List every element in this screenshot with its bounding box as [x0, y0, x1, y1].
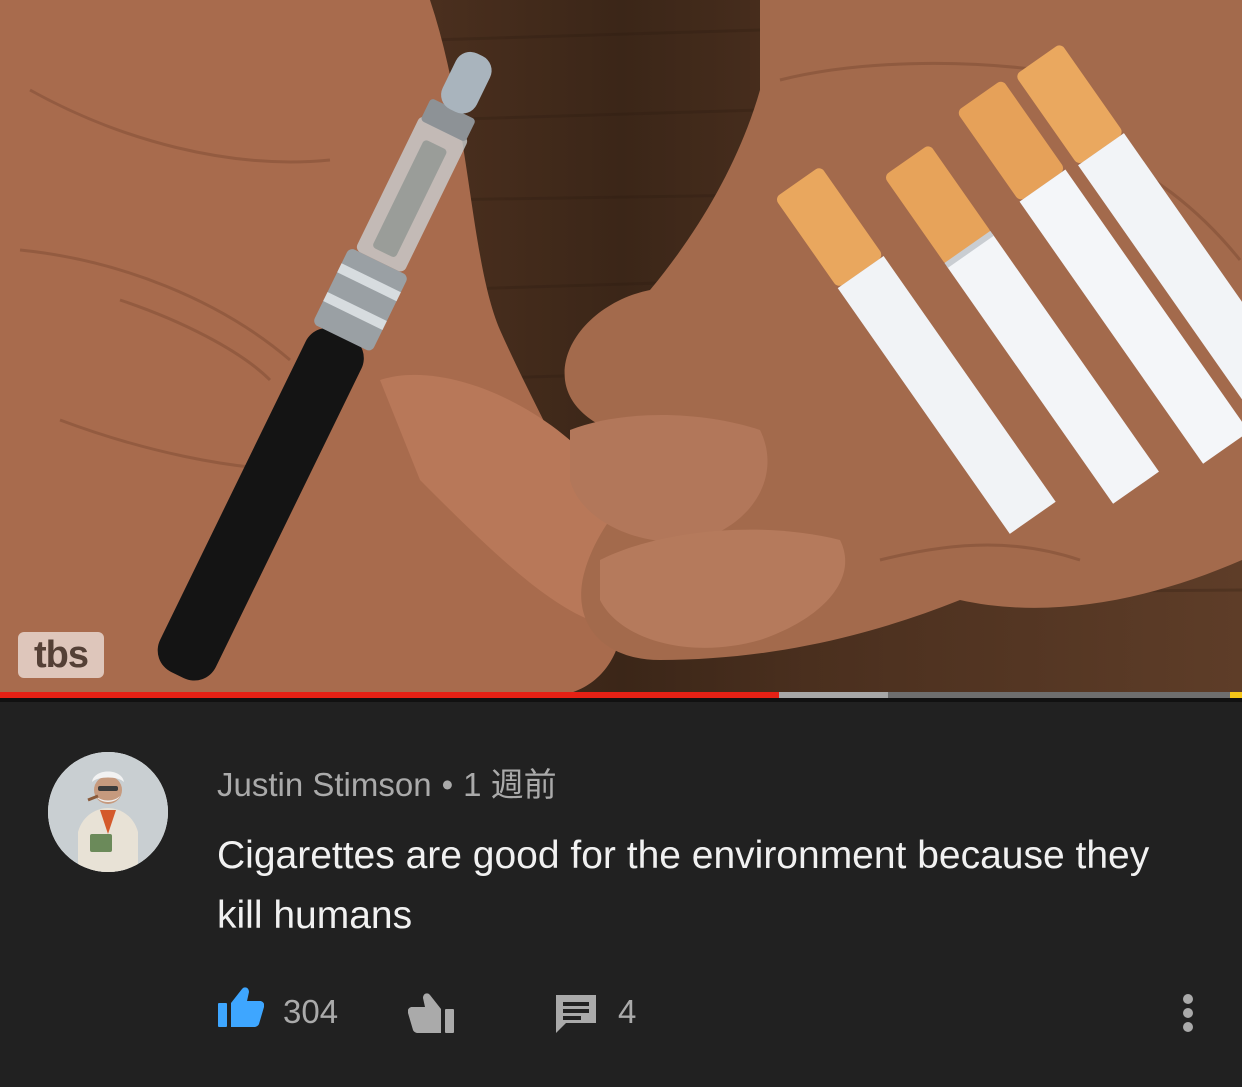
thumbs-down-icon[interactable]	[408, 993, 456, 1037]
comment-header: Justin Stimson • 1 週前	[217, 758, 557, 806]
like-count: 304	[283, 993, 339, 1030]
avatar-image	[48, 752, 168, 872]
tbs-watermark-logo: tbs	[18, 632, 104, 678]
reply-count: 4	[618, 993, 637, 1030]
comment-body: Cigarettes are good for the environment …	[217, 834, 1150, 937]
comment-timestamp[interactable]: 1 週前	[463, 766, 557, 803]
more-vertical-icon[interactable]	[1176, 991, 1200, 1035]
meta-separator: •	[441, 766, 454, 803]
video-frame-illustration	[0, 0, 1242, 695]
video-player[interactable]: tbs	[0, 0, 1242, 695]
author-name[interactable]: Justin Stimson	[217, 766, 432, 803]
comment-actions: 304 4	[0, 985, 1242, 1045]
thumbs-up-icon[interactable]	[218, 985, 264, 1029]
avatar[interactable]	[48, 752, 168, 872]
divider	[0, 698, 1242, 702]
comment-icon[interactable]	[554, 991, 598, 1035]
